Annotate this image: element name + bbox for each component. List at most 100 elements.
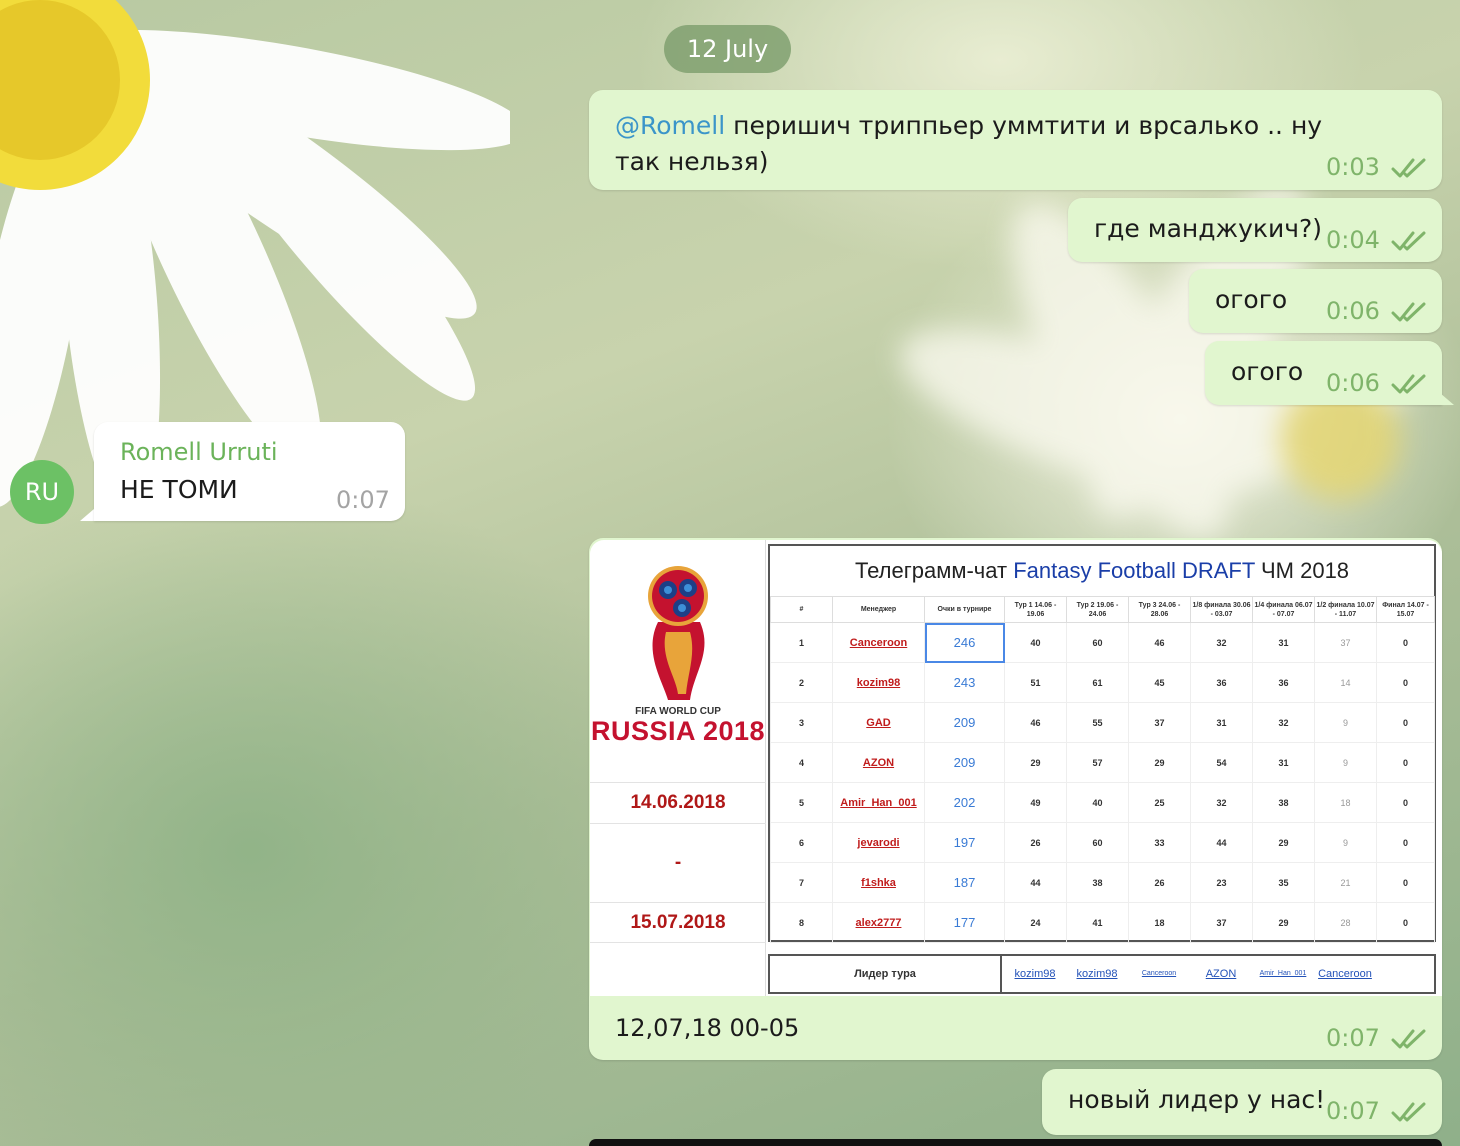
message-time: 0:06 xyxy=(1326,297,1380,325)
total-points: 209 xyxy=(924,742,1005,783)
manager-name: kozim98 xyxy=(832,662,925,703)
column-header: Тур 1 14.06 - 19.06 xyxy=(1004,596,1067,623)
table-cell: 28 xyxy=(1314,902,1377,943)
table-cell: 26 xyxy=(1004,822,1067,863)
message-text: новый лидер у нас! xyxy=(1068,1085,1326,1114)
manager-name: alex2777 xyxy=(832,902,925,943)
table-cell: 55 xyxy=(1066,702,1129,743)
table-cell: 44 xyxy=(1190,822,1253,863)
table-cell: 0 xyxy=(1376,902,1435,943)
outgoing-message[interactable]: новый лидер у нас! 0:07 xyxy=(1042,1069,1442,1135)
table-cell: 3 xyxy=(770,702,833,743)
message-time: 0:07 xyxy=(336,486,390,514)
end-date: 15.07.2018 xyxy=(630,912,726,933)
table-cell: 0 xyxy=(1376,822,1435,863)
table-cell: 4 xyxy=(770,742,833,783)
tour-leader-link: kozim98 xyxy=(1014,968,1056,980)
table-cell: 14 xyxy=(1314,662,1377,703)
table-cell: 26 xyxy=(1128,862,1191,903)
message-caption: 12,07,18 00-05 xyxy=(615,1014,800,1042)
shared-image-standings-table[interactable]: FIFA WORLD CUP RUSSIA 2018 14.06.2018 - … xyxy=(590,540,1442,996)
total-points: 243 xyxy=(924,662,1005,703)
outgoing-message[interactable]: огого 0:06 xyxy=(1189,269,1442,333)
standings-sheet: Телеграмм-чат Fantasy Football DRAFT ЧМ … xyxy=(768,544,1436,943)
message-text: огого xyxy=(1215,285,1288,314)
mention-link[interactable]: @Romell xyxy=(615,111,725,140)
table-cell: 54 xyxy=(1190,742,1253,783)
column-header: Тур 2 19.06 - 24.06 xyxy=(1066,596,1129,623)
table-cell: 25 xyxy=(1128,782,1191,823)
table-cell: 1 xyxy=(770,622,833,663)
table-cell: 9 xyxy=(1314,822,1377,863)
table-cell: 29 xyxy=(1252,902,1315,943)
tour-leader-link: kozim98 xyxy=(1076,968,1118,980)
table-cell: 46 xyxy=(1128,622,1191,663)
table-cell: 9 xyxy=(1314,742,1377,783)
table-cell: 37 xyxy=(1128,702,1191,743)
table-cell: 46 xyxy=(1004,702,1067,743)
manager-name: Canceroon xyxy=(832,622,925,663)
table-cell: 32 xyxy=(1252,702,1315,743)
table-cell: 33 xyxy=(1128,822,1191,863)
outgoing-message[interactable]: @Romell перишич триппьер уммтити и врсал… xyxy=(589,90,1442,190)
message-time: 0:07 xyxy=(1326,1097,1380,1125)
table-row: 3 GAD 209 46 55 37 31 32 9 0 xyxy=(770,702,1435,743)
table-cell: 31 xyxy=(1190,702,1253,743)
tour-leader-label: Лидер тура xyxy=(770,956,1002,992)
tour-leader-link: Amir_Han_001 xyxy=(1259,970,1307,977)
double-check-icon xyxy=(1391,372,1429,394)
table-cell: 9 xyxy=(1314,702,1377,743)
manager-name: f1shka xyxy=(832,862,925,903)
table-cell: 60 xyxy=(1066,822,1129,863)
outgoing-message[interactable]: где манджукич?) 0:04 xyxy=(1068,198,1442,262)
table-cell: 49 xyxy=(1004,782,1067,823)
outgoing-message[interactable]: огого 0:06 xyxy=(1205,341,1442,405)
message-time: 0:06 xyxy=(1326,369,1380,397)
column-header: Менеджер xyxy=(832,596,925,623)
total-points: 187 xyxy=(924,862,1005,903)
date-dash: - xyxy=(674,852,682,873)
table-row: 6 jevarodi 197 26 60 33 44 29 9 0 xyxy=(770,822,1435,863)
message-time: 0:03 xyxy=(1326,153,1380,181)
tour-leader-link: Canceroon xyxy=(1141,970,1177,977)
table-cell: 7 xyxy=(770,862,833,903)
table-row: 7 f1shka 187 44 38 26 23 35 21 0 xyxy=(770,862,1435,903)
table-cell: 0 xyxy=(1376,622,1435,663)
table-cell: 2 xyxy=(770,662,833,703)
tour-leader-link: Canceroon xyxy=(1318,968,1372,980)
message-time: 0:04 xyxy=(1326,226,1380,254)
table-cell: 0 xyxy=(1376,702,1435,743)
table-cell: 61 xyxy=(1066,662,1129,703)
table-cell: 35 xyxy=(1252,862,1315,903)
total-points: 202 xyxy=(924,782,1005,823)
message-text: @Romell перишич триппьер уммтити и врсал… xyxy=(615,108,1355,180)
table-cell: 31 xyxy=(1252,742,1315,783)
tour-leader-link: AZON xyxy=(1205,968,1237,980)
table-cell: 29 xyxy=(1252,822,1315,863)
table-cell: 29 xyxy=(1128,742,1191,783)
table-cell: 57 xyxy=(1066,742,1129,783)
manager-name: GAD xyxy=(832,702,925,743)
message-time: 0:07 xyxy=(1326,1024,1380,1052)
incoming-message[interactable]: Romell Urruti НЕ ТОМИ 0:07 xyxy=(94,422,405,521)
tour-leader-row: Лидер тура kozim98 kozim98 Canceroon AZON Am… xyxy=(768,954,1436,994)
sender-name[interactable]: Romell Urruti xyxy=(120,438,278,466)
table-row: 1 Canceroon 246 40 60 46 32 31 37 0 xyxy=(770,622,1435,663)
world-cup-panel: FIFA WORLD CUP RUSSIA 2018 14.06.2018 - … xyxy=(590,540,766,996)
table-row: 8 alex2777 177 24 41 18 37 29 28 0 xyxy=(770,902,1435,943)
message-text: огого xyxy=(1231,357,1304,386)
total-points: 246 xyxy=(924,622,1005,663)
table-cell: 44 xyxy=(1004,862,1067,903)
table-cell: 0 xyxy=(1376,742,1435,783)
avatar[interactable]: RU xyxy=(10,460,74,524)
table-cell: 40 xyxy=(1066,782,1129,823)
bubble-tail xyxy=(1440,393,1454,405)
table-cell: 36 xyxy=(1190,662,1253,703)
table-cell: 5 xyxy=(770,782,833,823)
table-cell: 8 xyxy=(770,902,833,943)
manager-name: AZON xyxy=(832,742,925,783)
total-points: 209 xyxy=(924,702,1005,743)
table-cell: 38 xyxy=(1252,782,1315,823)
table-cell: 37 xyxy=(1314,622,1377,663)
double-check-icon xyxy=(1391,1100,1429,1122)
